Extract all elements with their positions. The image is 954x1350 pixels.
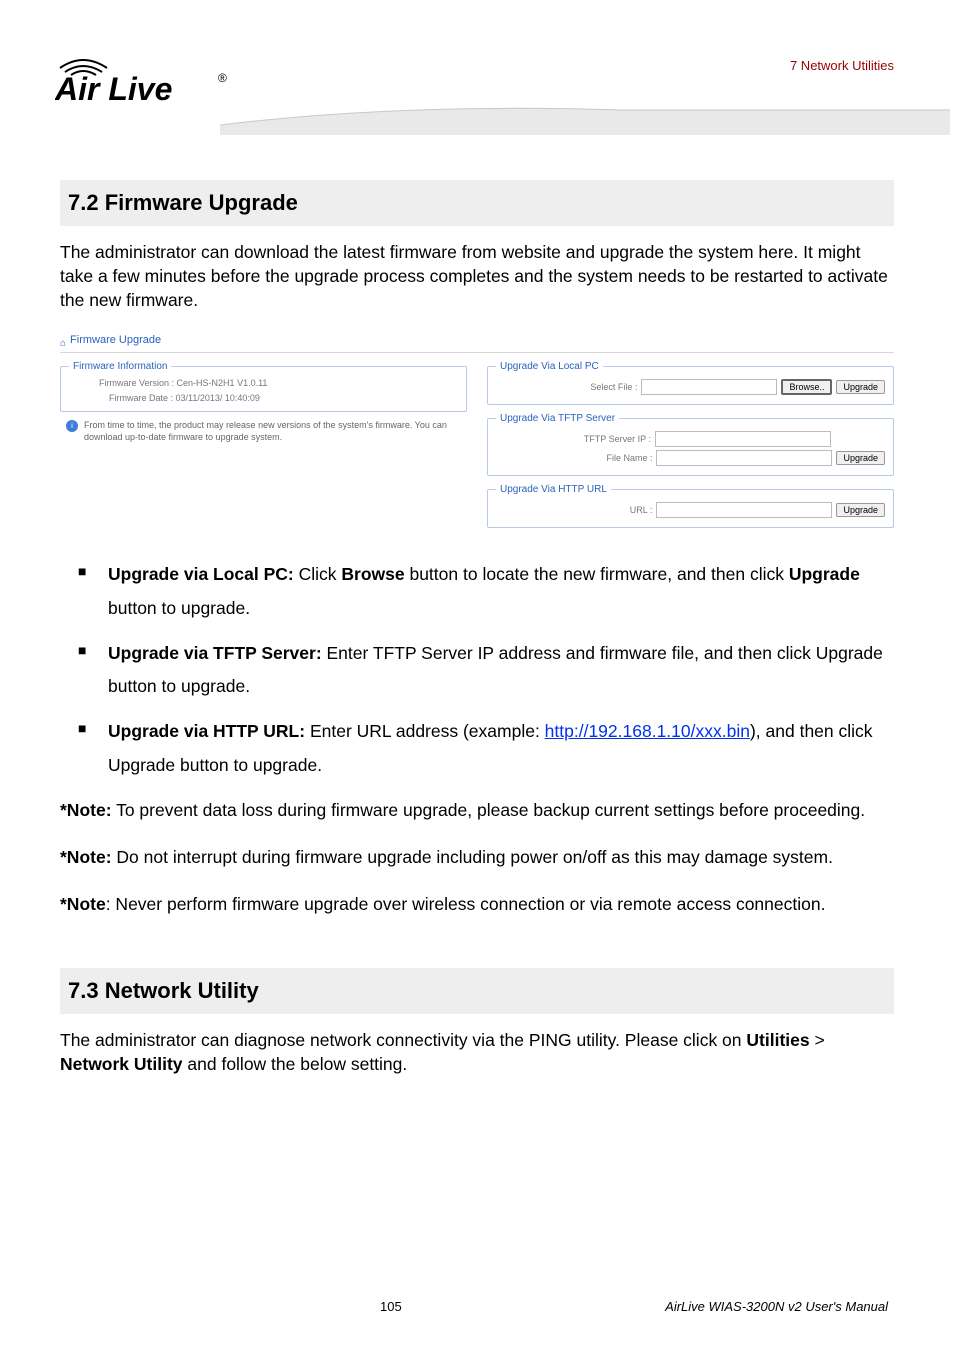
svg-text:®: ® (218, 71, 227, 85)
header-swoosh (220, 95, 950, 135)
fw-date-label: Firmware Date : (99, 393, 173, 403)
firmware-info-fieldset: Firmware Information Firmware Version : … (60, 361, 467, 412)
upgrade-localpc-legend: Upgrade Via Local PC (496, 361, 603, 372)
note-2: *Note: Do not interrupt during firmware … (60, 841, 894, 874)
url-label: URL : (630, 505, 653, 515)
firmware-upgrade-screenshot: ⌂ Firmware Upgrade Firmware Information … (60, 334, 894, 536)
upgrade-localpc-button[interactable]: Upgrade (836, 380, 885, 394)
file-name-input[interactable] (656, 450, 832, 466)
upgrade-http-button[interactable]: Upgrade (836, 503, 885, 517)
upgrade-tftp-button[interactable]: Upgrade (836, 451, 885, 465)
section-7-3-title: 7.3 Network Utility (60, 968, 894, 1014)
bullet-http: Upgrade via HTTP URL: Enter URL address … (60, 715, 894, 782)
fw-version-value: Cen-HS-N2H1 V1.0.11 (177, 378, 268, 388)
select-file-input[interactable] (641, 379, 777, 395)
home-icon: ⌂ (60, 338, 66, 349)
upgrade-http-fieldset: Upgrade Via HTTP URL URL : Upgrade (487, 484, 894, 528)
file-name-label: File Name : (606, 453, 652, 463)
firmware-info-legend: Firmware Information (69, 361, 171, 372)
example-url-link[interactable]: http://192.168.1.10/xxx.bin (545, 721, 750, 741)
fw-date-value: 03/11/2013/ 10:40:09 (176, 393, 260, 403)
info-note-text: From time to time, the product may relea… (84, 420, 461, 443)
tftp-ip-label: TFTP Server IP : (584, 434, 651, 444)
tftp-ip-input[interactable] (655, 431, 831, 447)
fw-version-label: Firmware Version : (99, 378, 174, 388)
upgrade-tftp-fieldset: Upgrade Via TFTP Server TFTP Server IP :… (487, 413, 894, 476)
section-7-2-title: 7.2 Firmware Upgrade (60, 180, 894, 226)
upgrade-localpc-fieldset: Upgrade Via Local PC Select File : Brows… (487, 361, 894, 405)
section-7-2-intro: The administrator can download the lates… (60, 240, 894, 312)
info-icon: i (66, 420, 78, 432)
url-input[interactable] (656, 502, 832, 518)
section-7-3-intro: The administrator can diagnose network c… (60, 1028, 894, 1076)
airlive-logo: Air Live ® (55, 50, 240, 111)
breadcrumb: 7 Network Utilities (790, 58, 894, 73)
svg-text:Air Live: Air Live (55, 71, 172, 106)
browse-button[interactable]: Browse.. (781, 379, 832, 395)
select-file-label: Select File : (590, 382, 637, 392)
page-number: 105 (380, 1299, 402, 1314)
bullet-local-pc: Upgrade via Local PC: Click Browse butto… (60, 558, 894, 625)
upgrade-tftp-legend: Upgrade Via TFTP Server (496, 413, 619, 424)
note-3: *Note: Never perform firmware upgrade ov… (60, 888, 894, 921)
note-1: *Note: To prevent data loss during firmw… (60, 794, 894, 827)
manual-title: AirLive WIAS-3200N v2 User's Manual (665, 1299, 888, 1314)
screenshot-title: Firmware Upgrade (70, 334, 161, 346)
bullet-tftp: Upgrade via TFTP Server: Enter TFTP Serv… (60, 637, 894, 704)
upgrade-http-legend: Upgrade Via HTTP URL (496, 484, 611, 495)
